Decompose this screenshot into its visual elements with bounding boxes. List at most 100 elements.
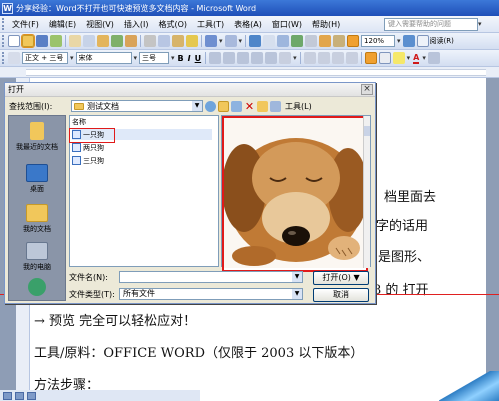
highlight-icon[interactable] [392, 52, 405, 64]
up-folder-icon[interactable] [218, 100, 229, 112]
web-view-icon[interactable] [15, 391, 24, 400]
line-spacing-icon[interactable] [279, 52, 292, 64]
redo-icon[interactable] [224, 35, 237, 47]
chevron-down-icon[interactable]: ▼ [192, 101, 202, 111]
tables-borders-icon[interactable] [263, 35, 276, 47]
help-icon[interactable] [402, 35, 415, 47]
file-item[interactable]: 三只狗 [72, 155, 212, 166]
bullets-icon[interactable] [317, 52, 330, 64]
underline-button[interactable]: U [195, 54, 202, 63]
font-color-button[interactable]: A [413, 53, 420, 64]
menu-table[interactable]: 表格(A) [229, 19, 267, 30]
format-painter-icon[interactable] [186, 35, 198, 47]
italic-button[interactable]: I [188, 54, 191, 63]
preview-scrollbar[interactable] [363, 116, 370, 268]
redo-dropdown-icon[interactable]: ▾ [239, 37, 243, 45]
font-color-dropdown-icon[interactable]: ▾ [422, 54, 426, 62]
file-item[interactable]: 两只狗 [72, 142, 212, 153]
save-icon[interactable] [36, 35, 48, 47]
styles-icon[interactable] [8, 52, 20, 64]
menu-help[interactable]: 帮助(H) [307, 19, 345, 30]
border-icon[interactable] [378, 52, 391, 64]
filetype-select[interactable]: 所有文件 ▼ [119, 288, 303, 300]
new-folder-icon[interactable] [257, 100, 268, 112]
views-icon[interactable] [270, 100, 281, 112]
menu-insert[interactable]: 插入(I) [119, 19, 154, 30]
undo-dropdown-icon[interactable]: ▾ [219, 37, 223, 45]
decrease-indent-icon[interactable] [331, 52, 344, 64]
horizontal-ruler[interactable] [0, 67, 499, 78]
print-view-icon[interactable] [27, 391, 36, 400]
open-folder-icon[interactable] [21, 34, 35, 48]
drawing-icon[interactable] [319, 35, 332, 47]
font-dropdown-icon[interactable]: ▾ [134, 54, 138, 62]
menu-edit[interactable]: 编辑(E) [44, 19, 81, 30]
dialog-title-bar: 打开 × [5, 83, 375, 97]
look-in-combo[interactable]: 测试文档 ▼ [71, 100, 203, 112]
bold-button[interactable]: B [178, 54, 184, 63]
font-size-dropdown-icon[interactable]: ▾ [171, 54, 175, 62]
menu-window[interactable]: 窗口(W) [267, 19, 307, 30]
place-recent[interactable]: 我最近的文档 [9, 122, 65, 152]
distributed-icon[interactable] [265, 52, 278, 64]
tools-menu-button[interactable]: 工具(L) [285, 101, 312, 112]
zoom-dropdown-icon[interactable]: ▾ [397, 37, 401, 45]
place-my-documents[interactable]: 我的文档 [9, 204, 65, 234]
menu-file[interactable]: 文件(F) [7, 19, 44, 30]
numbering-icon[interactable] [303, 52, 316, 64]
align-right-icon[interactable] [237, 52, 250, 64]
outside-border-icon[interactable] [364, 52, 377, 64]
name-column-header[interactable]: 名称 [72, 117, 86, 127]
menu-view[interactable]: 视图(V) [81, 19, 119, 30]
columns-icon[interactable] [305, 35, 318, 47]
align-center-icon[interactable] [223, 52, 236, 64]
zoom-combo[interactable]: 120% [361, 35, 396, 47]
print-preview-icon[interactable] [97, 35, 109, 47]
spelling-icon[interactable] [111, 35, 123, 47]
normal-view-icon[interactable] [3, 391, 12, 400]
permission-icon[interactable] [50, 35, 62, 47]
help-dropdown-icon[interactable]: ▾ [478, 18, 488, 31]
print-icon[interactable] [83, 35, 95, 47]
justify-icon[interactable] [251, 52, 264, 64]
open-button[interactable]: 打开(O) ▼ [313, 271, 369, 285]
hyperlink-icon[interactable] [249, 35, 262, 47]
cancel-button[interactable]: 取消 [313, 288, 369, 302]
increase-indent-icon[interactable] [345, 52, 358, 64]
delete-icon[interactable]: ✕ [244, 100, 255, 112]
insert-excel-icon[interactable] [291, 35, 304, 47]
cut-icon[interactable] [144, 35, 156, 47]
scrollbar-thumb[interactable] [364, 126, 370, 136]
undo-icon[interactable] [205, 35, 217, 47]
font-combo[interactable]: 宋体 [75, 52, 132, 64]
menu-tools[interactable]: 工具(T) [192, 19, 229, 30]
place-desktop[interactable]: 桌面 [9, 164, 65, 194]
help-search-input[interactable]: 键入需要帮助的问题 [384, 18, 478, 31]
show-hide-icon[interactable] [347, 35, 360, 47]
search-web-icon[interactable] [231, 100, 242, 112]
style-dropdown-icon[interactable]: ▾ [70, 54, 74, 62]
close-icon[interactable]: × [361, 84, 373, 95]
place-network[interactable] [9, 278, 65, 298]
more-buttons-icon[interactable] [427, 52, 440, 64]
read-mode-icon[interactable] [416, 35, 429, 47]
email-icon[interactable] [69, 35, 81, 47]
place-my-computer[interactable]: 我的电脑 [9, 242, 65, 272]
research-icon[interactable] [125, 35, 137, 47]
line-spacing-dropdown-icon[interactable]: ▾ [293, 54, 297, 62]
chevron-down-icon[interactable]: ▼ [292, 272, 302, 282]
copy-icon[interactable] [158, 35, 170, 47]
style-combo[interactable]: 正文 + 三号 [22, 52, 68, 64]
font-size-combo[interactable]: 三号 [139, 52, 170, 64]
new-document-icon[interactable] [8, 35, 20, 47]
paste-icon[interactable] [172, 35, 184, 47]
menu-format[interactable]: 格式(O) [153, 19, 192, 30]
document-map-icon[interactable] [333, 35, 346, 47]
chevron-down-icon[interactable]: ▼ [292, 289, 302, 299]
align-left-icon[interactable] [209, 52, 222, 64]
highlight-dropdown-icon[interactable]: ▾ [407, 54, 411, 62]
insert-table-icon[interactable] [277, 35, 290, 47]
read-mode-button[interactable]: 阅读(R) [430, 36, 454, 46]
back-icon[interactable] [205, 100, 216, 112]
filename-input[interactable]: ▼ [119, 271, 303, 283]
